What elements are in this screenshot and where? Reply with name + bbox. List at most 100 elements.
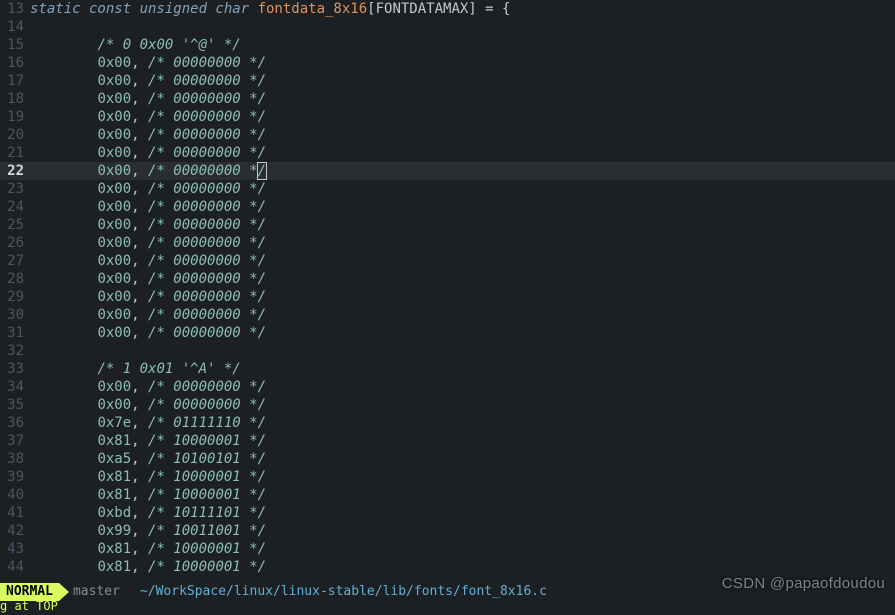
line-number: 30 bbox=[0, 306, 30, 324]
line-number: 22 bbox=[0, 162, 30, 180]
line-number: 21 bbox=[0, 144, 30, 162]
code-content: 0x7e, /* 01111110 */ bbox=[30, 414, 895, 432]
line-number: 29 bbox=[0, 288, 30, 306]
code-line[interactable]: 31 0x00, /* 00000000 */ bbox=[0, 324, 895, 342]
code-content: 0x00, /* 00000000 */ bbox=[30, 396, 895, 414]
code-content: 0x99, /* 10011001 */ bbox=[30, 522, 895, 540]
code-content: 0x00, /* 00000000 */ bbox=[30, 162, 895, 180]
code-line[interactable]: 39 0x81, /* 10000001 */ bbox=[0, 468, 895, 486]
line-number: 37 bbox=[0, 432, 30, 450]
code-content: 0x00, /* 00000000 */ bbox=[30, 108, 895, 126]
line-number: 32 bbox=[0, 342, 30, 360]
code-content: /* 0 0x00 '^@' */ bbox=[30, 36, 895, 54]
code-line[interactable]: 15 /* 0 0x00 '^@' */ bbox=[0, 36, 895, 54]
line-number: 31 bbox=[0, 324, 30, 342]
line-number: 41 bbox=[0, 504, 30, 522]
line-number: 39 bbox=[0, 468, 30, 486]
code-line[interactable]: 13static const unsigned char fontdata_8x… bbox=[0, 0, 895, 18]
status-below: g at TOP bbox=[0, 597, 58, 615]
code-line[interactable]: 41 0xbd, /* 10111101 */ bbox=[0, 504, 895, 522]
code-content: 0x00, /* 00000000 */ bbox=[30, 306, 895, 324]
code-line[interactable]: 37 0x81, /* 10000001 */ bbox=[0, 432, 895, 450]
code-content: 0x00, /* 00000000 */ bbox=[30, 270, 895, 288]
line-number: 23 bbox=[0, 180, 30, 198]
line-number: 13 bbox=[0, 0, 30, 18]
line-number: 34 bbox=[0, 378, 30, 396]
code-content: 0x00, /* 00000000 */ bbox=[30, 72, 895, 90]
code-content: 0x00, /* 00000000 */ bbox=[30, 180, 895, 198]
code-line[interactable]: 24 0x00, /* 00000000 */ bbox=[0, 198, 895, 216]
code-content: 0x00, /* 00000000 */ bbox=[30, 90, 895, 108]
code-line[interactable]: 21 0x00, /* 00000000 */ bbox=[0, 144, 895, 162]
branch-name: master bbox=[73, 583, 120, 601]
code-content bbox=[30, 18, 895, 36]
code-line[interactable]: 42 0x99, /* 10011001 */ bbox=[0, 522, 895, 540]
code-content: 0xbd, /* 10111101 */ bbox=[30, 504, 895, 522]
code-line[interactable]: 19 0x00, /* 00000000 */ bbox=[0, 108, 895, 126]
file-path: ~/WorkSpace/linux/linux-stable/lib/fonts… bbox=[134, 583, 547, 601]
code-line[interactable]: 18 0x00, /* 00000000 */ bbox=[0, 90, 895, 108]
code-line[interactable]: 17 0x00, /* 00000000 */ bbox=[0, 72, 895, 90]
code-content: 0x00, /* 00000000 */ bbox=[30, 234, 895, 252]
line-number: 28 bbox=[0, 270, 30, 288]
code-line[interactable]: 27 0x00, /* 00000000 */ bbox=[0, 252, 895, 270]
code-content: 0x00, /* 00000000 */ bbox=[30, 216, 895, 234]
status-bar: NORMAL master ~/WorkSpace/linux/linux-st… bbox=[0, 583, 895, 601]
code-line[interactable]: 29 0x00, /* 00000000 */ bbox=[0, 288, 895, 306]
code-line[interactable]: 34 0x00, /* 00000000 */ bbox=[0, 378, 895, 396]
code-content: 0x00, /* 00000000 */ bbox=[30, 378, 895, 396]
code-line[interactable]: 38 0xa5, /* 10100101 */ bbox=[0, 450, 895, 468]
line-number: 38 bbox=[0, 450, 30, 468]
line-number: 24 bbox=[0, 198, 30, 216]
code-content: 0x00, /* 00000000 */ bbox=[30, 324, 895, 342]
line-number: 36 bbox=[0, 414, 30, 432]
code-content: 0x81, /* 10000001 */ bbox=[30, 468, 895, 486]
code-editor[interactable]: 13static const unsigned char fontdata_8x… bbox=[0, 0, 895, 576]
line-number: 18 bbox=[0, 90, 30, 108]
line-number: 43 bbox=[0, 540, 30, 558]
code-line[interactable]: 14 bbox=[0, 18, 895, 36]
code-line[interactable]: 22 0x00, /* 00000000 */ bbox=[0, 162, 895, 180]
line-number: 40 bbox=[0, 486, 30, 504]
code-content bbox=[30, 342, 895, 360]
line-number: 19 bbox=[0, 108, 30, 126]
code-content: static const unsigned char fontdata_8x16… bbox=[30, 0, 895, 18]
code-line[interactable]: 40 0x81, /* 10000001 */ bbox=[0, 486, 895, 504]
git-branch: master bbox=[69, 583, 124, 601]
code-content: 0x00, /* 00000000 */ bbox=[30, 144, 895, 162]
code-line[interactable]: 23 0x00, /* 00000000 */ bbox=[0, 180, 895, 198]
code-line[interactable]: 28 0x00, /* 00000000 */ bbox=[0, 270, 895, 288]
code-line[interactable]: 33 /* 1 0x01 '^A' */ bbox=[0, 360, 895, 378]
line-number: 25 bbox=[0, 216, 30, 234]
code-content: 0x81, /* 10000001 */ bbox=[30, 558, 895, 576]
code-line[interactable]: 20 0x00, /* 00000000 */ bbox=[0, 126, 895, 144]
code-line[interactable]: 44 0x81, /* 10000001 */ bbox=[0, 558, 895, 576]
line-number: 44 bbox=[0, 558, 30, 576]
code-content: 0x00, /* 00000000 */ bbox=[30, 252, 895, 270]
line-number: 16 bbox=[0, 54, 30, 72]
code-line[interactable]: 25 0x00, /* 00000000 */ bbox=[0, 216, 895, 234]
code-content: 0x00, /* 00000000 */ bbox=[30, 288, 895, 306]
separator-icon bbox=[59, 583, 69, 601]
code-content: 0xa5, /* 10100101 */ bbox=[30, 450, 895, 468]
code-line[interactable]: 35 0x00, /* 00000000 */ bbox=[0, 396, 895, 414]
line-number: 33 bbox=[0, 360, 30, 378]
code-line[interactable]: 16 0x00, /* 00000000 */ bbox=[0, 54, 895, 72]
code-line[interactable]: 32 bbox=[0, 342, 895, 360]
line-number: 35 bbox=[0, 396, 30, 414]
line-number: 17 bbox=[0, 72, 30, 90]
code-content: 0x00, /* 00000000 */ bbox=[30, 54, 895, 72]
code-content: 0x81, /* 10000001 */ bbox=[30, 540, 895, 558]
line-number: 42 bbox=[0, 522, 30, 540]
line-number: 26 bbox=[0, 234, 30, 252]
line-number: 15 bbox=[0, 36, 30, 54]
separator-icon bbox=[124, 583, 134, 601]
code-content: 0x00, /* 00000000 */ bbox=[30, 198, 895, 216]
code-line[interactable]: 43 0x81, /* 10000001 */ bbox=[0, 540, 895, 558]
code-content: 0x81, /* 10000001 */ bbox=[30, 432, 895, 450]
code-line[interactable]: 36 0x7e, /* 01111110 */ bbox=[0, 414, 895, 432]
line-number: 27 bbox=[0, 252, 30, 270]
code-line[interactable]: 26 0x00, /* 00000000 */ bbox=[0, 234, 895, 252]
code-line[interactable]: 30 0x00, /* 00000000 */ bbox=[0, 306, 895, 324]
code-content: 0x00, /* 00000000 */ bbox=[30, 126, 895, 144]
